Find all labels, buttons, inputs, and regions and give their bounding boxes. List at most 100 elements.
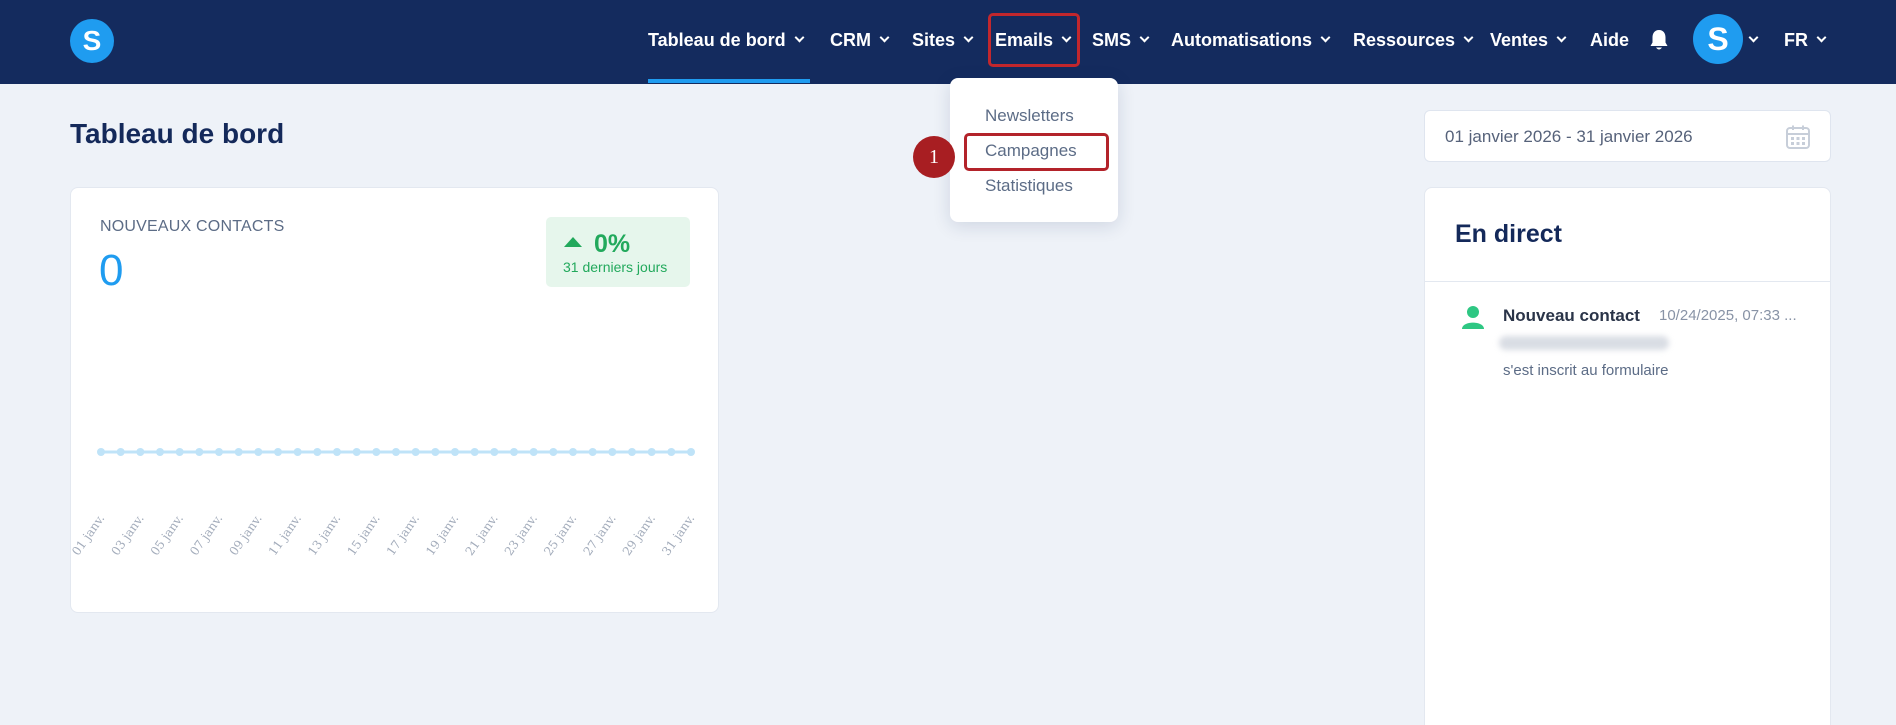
nav-item-label: Automatisations bbox=[1171, 29, 1313, 50]
data-point[interactable] bbox=[313, 448, 322, 456]
data-point[interactable] bbox=[667, 448, 676, 456]
x-tick-label: 13 janv. bbox=[305, 512, 343, 558]
logo-letter: S bbox=[82, 25, 102, 56]
chevron-down-icon bbox=[1816, 32, 1827, 43]
data-point[interactable] bbox=[215, 448, 223, 456]
data-point[interactable] bbox=[97, 448, 105, 456]
data-point[interactable] bbox=[510, 448, 518, 456]
data-point[interactable] bbox=[451, 448, 459, 456]
activity-timestamp: 10/24/2025, 07:33 ... bbox=[1659, 307, 1797, 324]
chevron-down-icon bbox=[963, 32, 974, 43]
data-point[interactable] bbox=[333, 448, 341, 456]
nav-item-ressources[interactable]: Ressources bbox=[1353, 26, 1474, 54]
blurred-contact-email bbox=[1499, 336, 1669, 350]
data-point[interactable] bbox=[293, 448, 302, 456]
nav-item-label: Aide bbox=[1590, 29, 1630, 50]
campagnes-highlight-box bbox=[964, 133, 1109, 171]
data-point[interactable] bbox=[431, 448, 440, 456]
activity-title[interactable]: Nouveau contact bbox=[1503, 306, 1640, 326]
dropdown-item-newsletters[interactable]: Newsletters bbox=[985, 106, 1074, 126]
bell-icon[interactable] bbox=[1648, 28, 1670, 52]
data-point[interactable] bbox=[628, 448, 636, 456]
contacts-line-chart: 01 janv. 03 janv. 05 janv. 07 janv. 09 janv.… bbox=[71, 448, 697, 558]
nav-item-label: Ventes bbox=[1490, 29, 1549, 50]
data-point[interactable] bbox=[136, 448, 145, 456]
calendar-icon bbox=[1786, 125, 1810, 149]
x-tick-label: 09 janv. bbox=[226, 512, 264, 558]
active-nav-indicator bbox=[648, 79, 810, 83]
nav-item-label: Tableau de bord bbox=[648, 29, 786, 50]
language-selector[interactable]: FR bbox=[1784, 26, 1827, 54]
data-point[interactable] bbox=[352, 448, 361, 456]
chevron-down-icon bbox=[794, 32, 805, 43]
data-point[interactable] bbox=[254, 448, 263, 456]
data-point[interactable] bbox=[647, 448, 656, 456]
nav-item-label: SMS bbox=[1092, 29, 1132, 50]
data-point[interactable] bbox=[234, 448, 243, 456]
x-tick-label: 17 janv. bbox=[384, 512, 422, 558]
live-title: En direct bbox=[1455, 220, 1562, 248]
chevron-down-icon bbox=[1556, 32, 1567, 43]
x-tick-label: 19 janv. bbox=[423, 512, 461, 558]
nav-item-label: Sites bbox=[912, 29, 956, 50]
nav-item-label: CRM bbox=[830, 29, 871, 50]
x-tick-label: 27 janv. bbox=[580, 512, 618, 558]
activity-description: s'est inscrit au formulaire bbox=[1503, 362, 1669, 379]
avatar-letter: S bbox=[1707, 20, 1729, 57]
data-point[interactable] bbox=[569, 448, 577, 456]
nav-item-crm[interactable]: CRM bbox=[830, 26, 890, 54]
x-tick-label: 05 janv. bbox=[148, 512, 186, 558]
avatar-menu-toggle[interactable] bbox=[1748, 26, 1759, 54]
data-point[interactable] bbox=[470, 448, 479, 456]
data-point[interactable] bbox=[195, 448, 204, 456]
x-tick-label: 15 janv. bbox=[344, 512, 382, 558]
page-title: Tableau de bord bbox=[70, 118, 285, 149]
data-point[interactable] bbox=[392, 448, 400, 456]
chevron-down-icon bbox=[879, 32, 890, 43]
nav-item-aide[interactable]: Aide bbox=[1590, 26, 1629, 54]
x-tick-label: 25 janv. bbox=[541, 512, 579, 558]
data-point[interactable] bbox=[372, 448, 381, 456]
chevron-down-icon bbox=[1320, 32, 1331, 43]
data-point[interactable] bbox=[175, 448, 184, 456]
x-tick-label: 31 janv. bbox=[659, 512, 697, 558]
x-tick-label: 29 janv. bbox=[620, 512, 658, 558]
x-tick-label: 01 janv. bbox=[71, 512, 107, 558]
data-point[interactable] bbox=[274, 448, 282, 456]
x-tick-label: 11 janv. bbox=[266, 512, 304, 558]
data-point[interactable] bbox=[549, 448, 558, 456]
data-point[interactable] bbox=[588, 448, 597, 456]
data-point[interactable] bbox=[687, 448, 695, 456]
data-point[interactable] bbox=[608, 448, 617, 456]
data-point[interactable] bbox=[116, 448, 125, 456]
user-icon bbox=[1462, 306, 1484, 329]
live-activity-card: En direct Nouveau contact 10/24/2025, 07… bbox=[1424, 187, 1831, 725]
nav-item-tableau-de-bord[interactable]: Tableau de bord bbox=[648, 26, 805, 54]
nav-item-sms[interactable]: SMS bbox=[1092, 26, 1150, 54]
data-point[interactable] bbox=[411, 448, 420, 456]
chevron-down-icon bbox=[1139, 32, 1150, 43]
top-navigation-bar: S Tableau de bord CRM Sites Emails SMS A… bbox=[0, 0, 1896, 84]
new-contacts-card: NOUVEAUX CONTACTS 0 0% 31 derniers jours… bbox=[70, 187, 719, 613]
data-point[interactable] bbox=[529, 448, 538, 456]
dropdown-item-statistiques[interactable]: Statistiques bbox=[985, 176, 1073, 196]
nav-item-sites[interactable]: Sites bbox=[912, 26, 974, 54]
x-tick-label: 21 janv. bbox=[462, 512, 500, 558]
step-badge: 1 bbox=[913, 136, 955, 178]
data-point[interactable] bbox=[490, 448, 499, 456]
chevron-down-icon bbox=[1748, 32, 1759, 43]
language-label: FR bbox=[1784, 29, 1808, 50]
date-range-picker[interactable]: 01 janvier 2026 - 31 janvier 2026 bbox=[1424, 110, 1831, 162]
data-point[interactable] bbox=[156, 448, 164, 456]
logo[interactable]: S bbox=[70, 19, 114, 63]
emails-highlight-box bbox=[988, 13, 1080, 67]
x-tick-label: 07 janv. bbox=[187, 512, 225, 558]
date-range-value: 01 janvier 2026 - 31 janvier 2026 bbox=[1445, 127, 1693, 146]
nav-item-label: Ressources bbox=[1353, 29, 1456, 50]
x-tick-label: 23 janv. bbox=[502, 512, 540, 558]
nav-item-automatisations[interactable]: Automatisations bbox=[1171, 26, 1331, 54]
divider bbox=[1425, 281, 1830, 282]
avatar[interactable]: S bbox=[1693, 14, 1743, 64]
x-tick-label: 03 janv. bbox=[108, 512, 146, 558]
nav-item-ventes[interactable]: Ventes bbox=[1490, 26, 1567, 54]
